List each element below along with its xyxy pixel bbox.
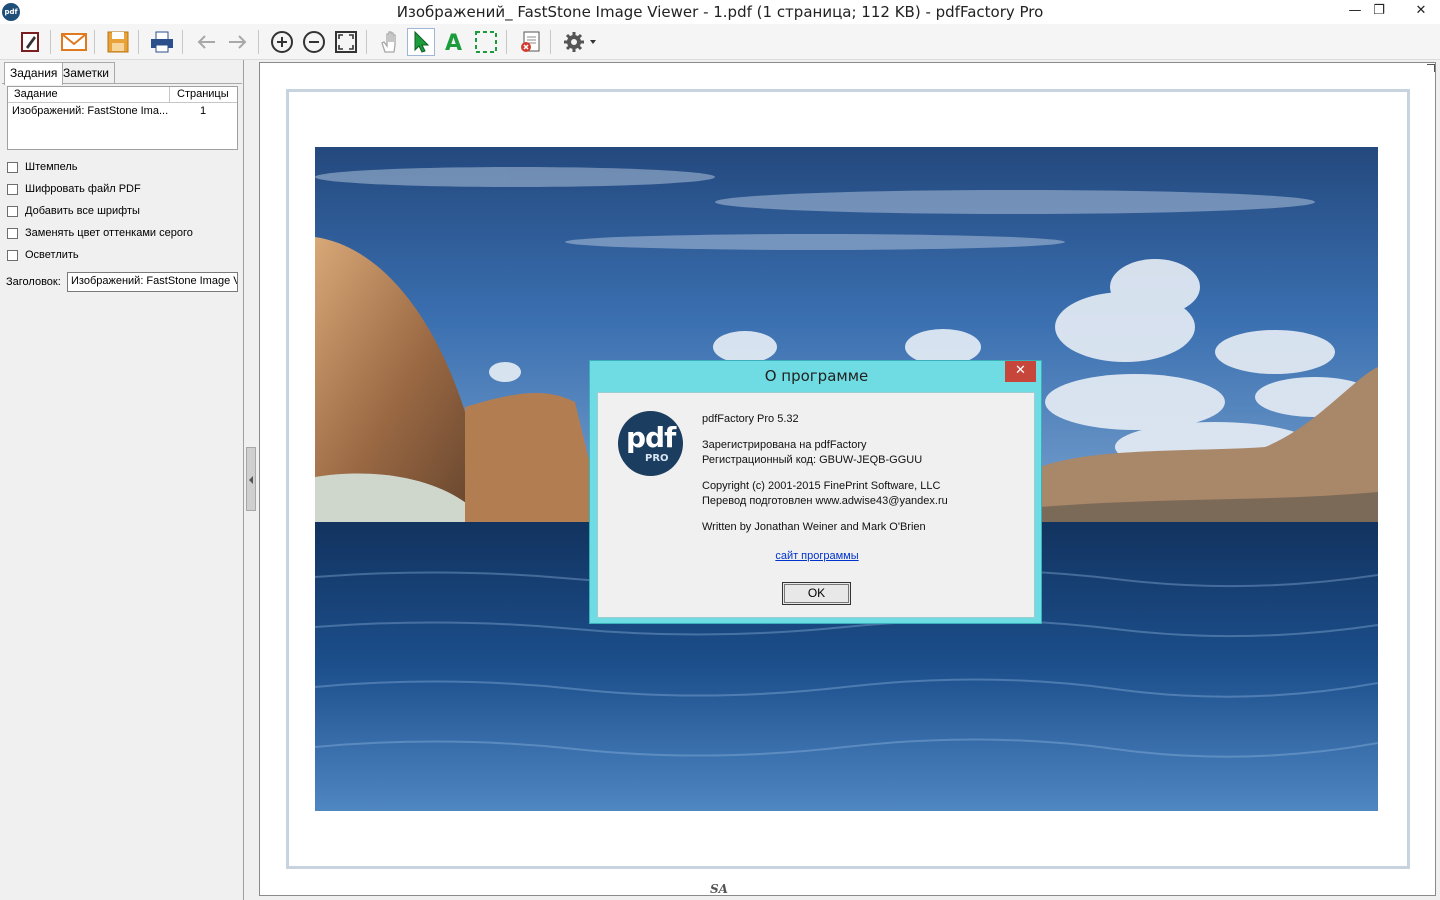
zoom-out-icon: [303, 31, 325, 53]
title-label: Заголовок:: [6, 276, 61, 288]
encrypt-pdf-checkbox[interactable]: Шифровать файл PDF: [7, 181, 141, 197]
save-button[interactable]: [104, 28, 132, 56]
panel-splitter-handle[interactable]: [246, 447, 256, 511]
lighten-checkbox[interactable]: Осветлить: [7, 247, 79, 263]
about-dialog: О программе ✕ pdf PRO pdfFactory Pro 5.3…: [589, 360, 1042, 624]
website-link[interactable]: сайт программы: [598, 550, 1036, 562]
marquee-select-icon: [475, 31, 497, 53]
text-select-button[interactable]: A: [440, 28, 468, 56]
checkbox-label: Шифровать файл PDF: [25, 183, 141, 195]
save-icon: [107, 31, 129, 53]
delete-page-icon: [521, 31, 540, 52]
page-corner-marker: [1427, 64, 1435, 72]
tab-jobs[interactable]: Задания: [4, 62, 64, 85]
select-tool-button[interactable]: [407, 28, 435, 56]
pdffactory-logo-icon: pdf PRO: [618, 411, 683, 476]
job-pages-cell: 1: [200, 105, 207, 117]
maximize-button[interactable]: ❐: [1364, 0, 1394, 22]
forward-button[interactable]: [224, 28, 252, 56]
job-list[interactable]: Задание Страницы Изображений: FastStone …: [7, 86, 238, 150]
back-button[interactable]: [192, 28, 220, 56]
checkbox-box[interactable]: [7, 227, 18, 239]
registered-to: Зарегистрирована на pdfFactory: [702, 439, 867, 451]
stamp-checkbox[interactable]: Штемпель: [7, 159, 78, 175]
left-panel: Задания Заметки Задание Страницы Изображ…: [0, 60, 244, 900]
fit-page-icon: [335, 31, 357, 53]
checkbox-box[interactable]: [7, 249, 18, 261]
fit-page-button[interactable]: [332, 28, 360, 56]
logo-text: pdf: [626, 421, 676, 454]
settings-icon: [564, 32, 596, 52]
logo-subtext: PRO: [645, 453, 669, 464]
title-bar: pdf Изображений_ FastStone Image Viewer …: [0, 0, 1440, 24]
checkbox-label: Осветлить: [25, 249, 79, 261]
svg-text:A: A: [445, 31, 462, 54]
column-header-job[interactable]: Задание: [14, 88, 58, 100]
checkbox-box[interactable]: [7, 205, 18, 217]
print-button[interactable]: [148, 28, 176, 56]
checkbox-box[interactable]: [7, 161, 18, 173]
checkbox-label: Добавить все шрифты: [25, 205, 140, 217]
tab-notes[interactable]: Заметки: [57, 62, 115, 84]
edit-icon: [21, 32, 39, 52]
table-row[interactable]: Изображений: FastStone Ima... 1: [8, 105, 237, 121]
email-button[interactable]: [60, 28, 88, 56]
window-title: Изображений_ FastStone Image Viewer - 1.…: [396, 3, 1044, 21]
title-input[interactable]: Изображений: FastStone Image V: [67, 272, 238, 292]
zoom-in-icon: [271, 31, 293, 53]
dialog-body: pdf PRO pdfFactory Pro 5.32 Зарегистриро…: [597, 392, 1035, 618]
checkbox-label: Штемпель: [25, 161, 78, 173]
text-select-icon: A: [445, 31, 462, 54]
job-list-header: Задание Страницы: [8, 87, 237, 103]
toolbar: A: [0, 24, 1440, 60]
checkbox-label: Заменять цвет оттенками серого: [25, 227, 193, 239]
ok-button[interactable]: OK: [782, 582, 851, 605]
product-version: pdfFactory Pro 5.32: [702, 413, 799, 425]
grayscale-checkbox[interactable]: Заменять цвет оттенками серого: [7, 225, 193, 241]
copyright-text: Copyright (c) 2001-2015 FinePrint Softwa…: [702, 480, 941, 492]
settings-menu-button[interactable]: [560, 28, 600, 56]
checkbox-box[interactable]: [7, 183, 18, 195]
edit-button[interactable]: [16, 28, 44, 56]
marquee-select-button[interactable]: [472, 28, 500, 56]
dialog-close-button[interactable]: ✕: [1005, 361, 1036, 382]
hand-tool-button[interactable]: [376, 28, 404, 56]
translation-credit: Перевод подготовлен www.adwise43@yandex.…: [702, 495, 948, 507]
select-arrow-icon: [414, 31, 430, 53]
zoom-out-button[interactable]: [300, 28, 328, 56]
registration-code: Регистрационный код: GBUW-JEQB-GGUU: [702, 454, 923, 466]
column-header-pages[interactable]: Страницы: [177, 88, 229, 100]
back-icon: [197, 35, 215, 49]
hand-icon: [381, 31, 396, 53]
authors-text: Written by Jonathan Weiner and Mark O'Br…: [702, 521, 926, 533]
watermark-text: SA: [710, 882, 728, 896]
embed-fonts-checkbox[interactable]: Добавить все шрифты: [7, 203, 140, 219]
dialog-title: О программе: [764, 367, 869, 385]
email-icon: [61, 33, 87, 51]
delete-page-button[interactable]: [516, 28, 544, 56]
forward-icon: [229, 35, 247, 49]
job-name-cell: Изображений: FastStone Ima...: [12, 105, 168, 117]
zoom-in-button[interactable]: [268, 28, 296, 56]
print-icon: [151, 31, 173, 53]
close-window-button[interactable]: ✕: [1402, 0, 1440, 22]
